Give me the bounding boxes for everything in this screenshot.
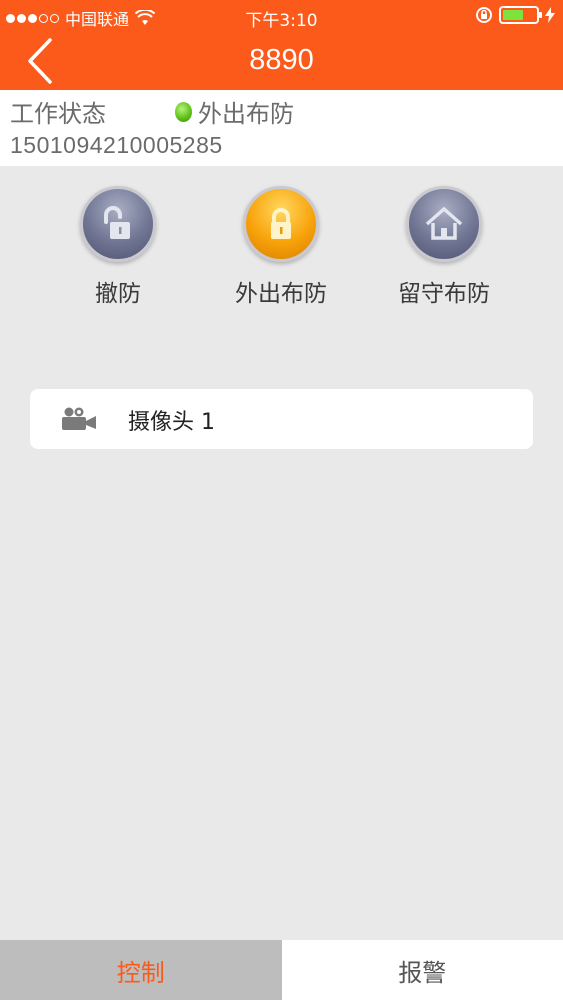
tab-alarm[interactable]: 报警 <box>281 940 563 1000</box>
away-arm-label: 外出布防 <box>235 281 327 307</box>
home-arm-button[interactable]: 留守布防 <box>369 186 519 308</box>
disarm-button[interactable]: 撤防 <box>43 186 193 308</box>
work-status-row: 工作状态 外出布防 <box>10 94 294 129</box>
page-title: 8890 <box>249 44 314 76</box>
status-dot-icon <box>175 101 192 122</box>
camera-label: 摄像头 1 <box>128 410 215 435</box>
home-icon <box>406 186 482 262</box>
camera-icon <box>62 407 96 430</box>
lock-icon <box>243 186 319 262</box>
status-bar: 中国联通 下午3:10 <box>0 0 563 32</box>
work-status-value: 外出布防 <box>198 100 294 128</box>
disarm-label: 撤防 <box>95 281 141 307</box>
top-bar: 中国联通 下午3:10 8890 <box>0 0 563 90</box>
status-right <box>475 6 555 24</box>
charging-icon <box>545 7 555 23</box>
device-id: 1501094210005285 <box>10 132 223 158</box>
arm-mode-group: 撤防 外出布防 留守布防 <box>0 186 563 316</box>
work-status-label: 工作状态 <box>10 100 106 128</box>
rotation-lock-icon <box>476 7 492 23</box>
tab-control[interactable]: 控制 <box>0 940 282 1000</box>
device-info: 工作状态 外出布防 1501094210005285 <box>0 90 563 166</box>
home-arm-label: 留守布防 <box>398 281 490 307</box>
bottom-tab-bar: 控制 报警 <box>0 940 563 1000</box>
away-arm-button[interactable]: 外出布防 <box>206 186 356 308</box>
battery-icon <box>499 6 542 24</box>
unlock-icon <box>80 186 156 262</box>
nav-bar: 8890 <box>0 32 563 90</box>
camera-list-item[interactable]: 摄像头 1 <box>30 389 533 449</box>
